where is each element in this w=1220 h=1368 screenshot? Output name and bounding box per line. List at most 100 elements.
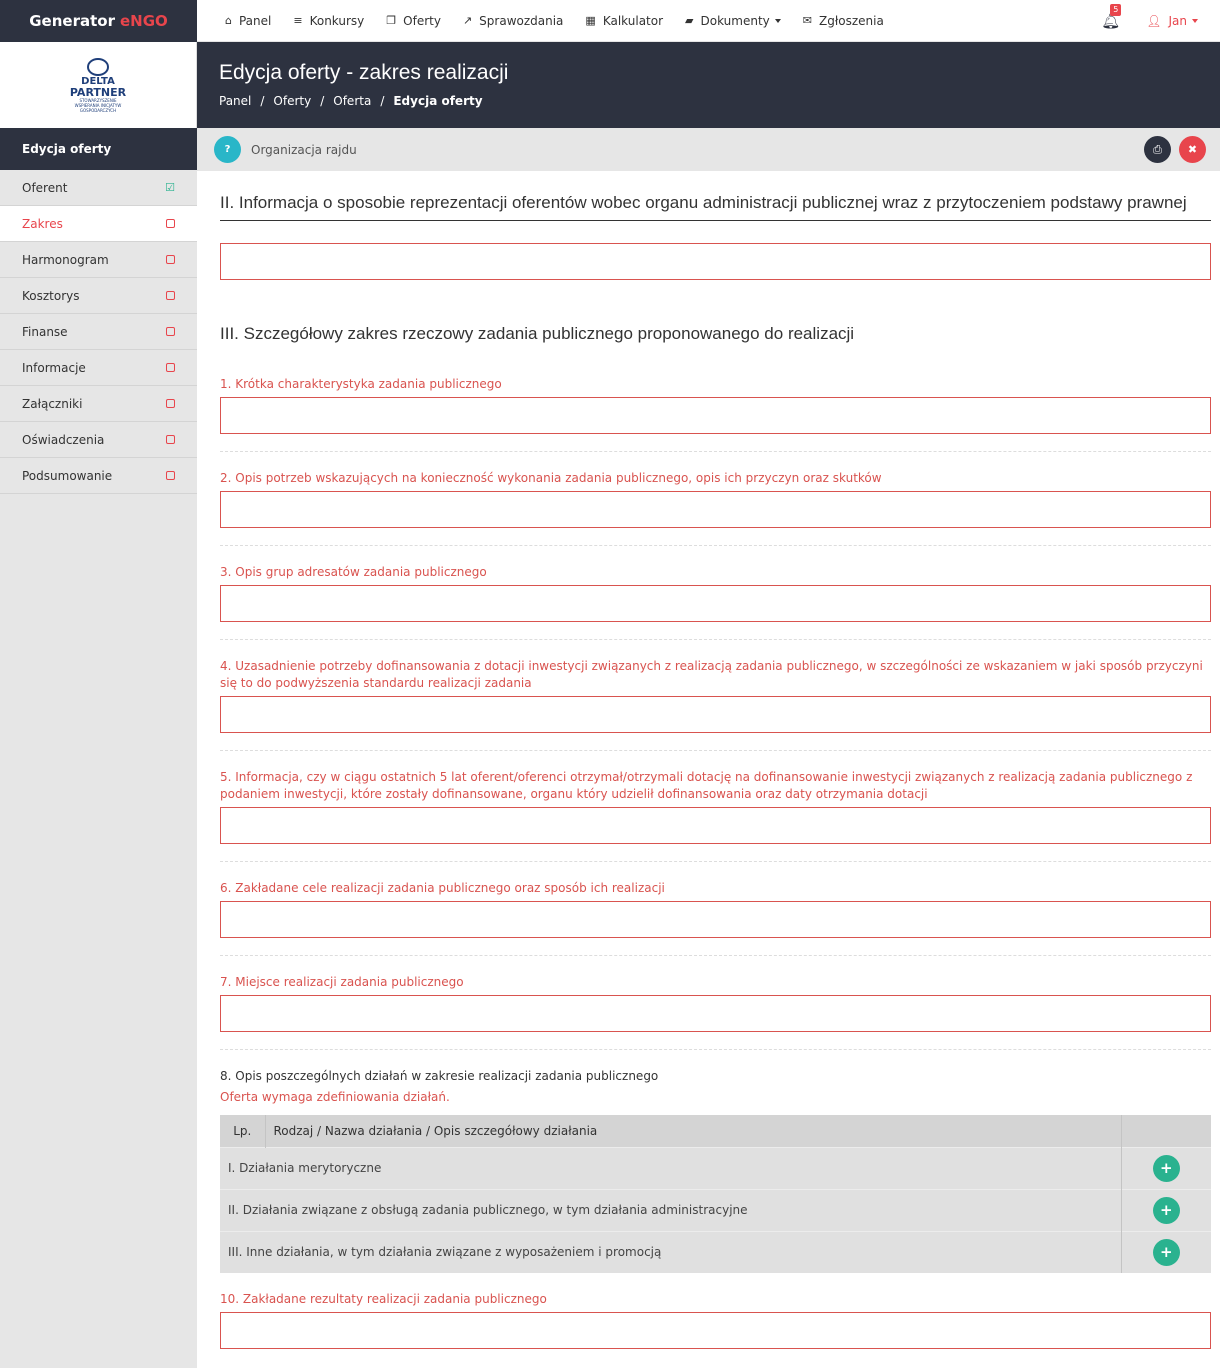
unchecked-icon — [166, 255, 175, 264]
field-7-input[interactable] — [220, 995, 1211, 1032]
add-action-button[interactable]: + — [1152, 1196, 1180, 1224]
nav-label: Zgłoszenia — [818, 13, 884, 28]
print-icon: ⎙ — [1153, 142, 1162, 156]
nav-konkursy[interactable]: ≡ Konkursy — [293, 14, 364, 28]
nav-label: Konkursy — [309, 13, 365, 28]
nav-label: Panel — [238, 13, 272, 28]
brand-accent: eNGO — [119, 12, 168, 30]
breadcrumb-panel[interactable]: Panel — [219, 94, 251, 108]
section-2-title: II. Informacja o sposobie reprezentacji … — [220, 194, 1211, 221]
field-6-input[interactable] — [220, 901, 1211, 938]
field-2-label: 2. Opis potrzeb wskazujących na konieczn… — [220, 471, 882, 485]
nav-panel[interactable]: ⌂ Panel — [225, 14, 271, 28]
help-button[interactable]: ? — [214, 136, 241, 163]
offer-toolbar: ? Organizacja rajdu ⎙ ✖ — [197, 128, 1220, 171]
section-3-title: III. Szczegółowy zakres rzeczowy zadania… — [220, 324, 855, 343]
close-icon: ✖ — [1187, 143, 1198, 156]
representation-field[interactable] — [220, 243, 1211, 280]
user-menu[interactable]: 👤︎ Jan — [1146, 14, 1198, 28]
plus-icon: + — [1159, 1243, 1173, 1262]
app-brand[interactable]: Generator eNGO — [0, 0, 197, 42]
field-7-label: 7. Miejsce realizacji zadania publiczneg… — [220, 975, 464, 989]
sidebar-item-label: Harmonogram — [22, 252, 109, 267]
field-4-input[interactable] — [220, 696, 1211, 733]
breadcrumb-separator: / — [380, 94, 385, 108]
divider — [220, 545, 1211, 546]
nav-label: Oferty — [403, 13, 441, 28]
nav-kalkulator[interactable]: ▦ Kalkulator — [585, 14, 663, 28]
field-6-label: 6. Zakładane cele realizacji zadania pub… — [220, 881, 665, 895]
nav-oferty[interactable]: ❐ Oferty — [386, 14, 441, 28]
logo-line2: PARTNER — [69, 85, 127, 99]
breadcrumb-oferta[interactable]: Oferta — [333, 94, 371, 108]
user-name: Jan — [1168, 14, 1188, 28]
copy-icon: ❐ — [386, 14, 397, 27]
breadcrumb-oferty[interactable]: Oferty — [273, 94, 311, 108]
breadcrumb-separator: / — [260, 94, 265, 108]
sidebar-item-label: Finanse — [22, 324, 68, 339]
nav-sprawozdania[interactable]: ↗ Sprawozdania — [463, 14, 563, 28]
field-3-input[interactable] — [220, 585, 1211, 622]
close-button[interactable]: ✖ — [1179, 136, 1206, 163]
logo-line1: DELTA — [81, 75, 115, 87]
table-header-row: Lp. Rodzaj / Nazwa działania / Opis szcz… — [220, 1115, 1211, 1147]
action-cell: + — [1121, 1146, 1211, 1189]
page-title: Edycja oferty - zakres realizacji — [219, 61, 509, 84]
logo-mark-icon — [87, 57, 109, 76]
field-10-input[interactable] — [220, 1312, 1211, 1349]
nav-zgloszenia[interactable]: ✉ Zgłoszenia — [803, 14, 884, 28]
page-header: Edycja oferty - zakres realizacji Panel /… — [197, 42, 1220, 128]
divider — [220, 861, 1211, 862]
divider — [220, 451, 1211, 452]
add-action-button[interactable]: + — [1152, 1238, 1180, 1266]
sidebar-item-label: Oferent — [22, 180, 68, 195]
offer-title: Organizacja rajdu — [251, 142, 357, 157]
sidebar-item-label: Informacje — [22, 360, 86, 375]
unchecked-icon — [166, 219, 175, 228]
sidebar-item-kosztorys[interactable]: Kosztorys — [0, 278, 197, 314]
column-header-actions — [1121, 1115, 1211, 1147]
sidebar-item-podsumowanie[interactable]: Podsumowanie — [0, 458, 197, 494]
field-1-input[interactable] — [220, 397, 1211, 434]
envelope-icon: ✉ — [802, 14, 812, 27]
actions-title: 8. Opis poszczególnych działań w zakresi… — [220, 1069, 659, 1083]
table-row: III. Inne działania, w tym działania zwi… — [220, 1230, 1211, 1273]
field-2-input[interactable] — [220, 491, 1211, 528]
sidebar-item-zalaczniki[interactable]: Załączniki — [0, 386, 197, 422]
external-link-icon: ↗ — [462, 14, 473, 27]
folder-icon: ▰ — [685, 14, 694, 27]
sidebar-item-label: Załączniki — [22, 396, 83, 411]
notifications-button[interactable]: 🔔︎ 5 — [1101, 4, 1122, 30]
sidebar-item-informacje[interactable]: Informacje — [0, 350, 197, 386]
print-button[interactable]: ⎙ — [1144, 136, 1171, 163]
checked-icon: ☑ — [165, 181, 175, 194]
sidebar-item-harmonogram[interactable]: Harmonogram — [0, 242, 197, 278]
action-group-label: II. Działania związane z obsługą zadania… — [220, 1188, 1122, 1231]
plus-icon: + — [1159, 1159, 1173, 1177]
action-cell: + — [1121, 1230, 1211, 1273]
nav-label: Sprawozdania — [479, 13, 564, 28]
add-action-button[interactable]: + — [1152, 1154, 1180, 1182]
actions-table: Lp. Rodzaj / Nazwa działania / Opis szcz… — [220, 1115, 1211, 1273]
column-header-lp: Lp. — [220, 1115, 266, 1147]
divider — [220, 639, 1211, 640]
sidebar: DELTA PARTNER STOWARZYSZENIE WSPIERANIA … — [0, 42, 197, 1368]
nav-dokumenty[interactable]: ▰ Dokumenty — [685, 14, 781, 28]
plus-icon: + — [1159, 1201, 1173, 1219]
calculator-icon: ▦ — [585, 14, 596, 27]
field-5-label: 5. Informacja, czy w ciągu ostatnich 5 l… — [220, 770, 1193, 801]
sidebar-item-oswiadczenia[interactable]: Oświadczenia — [0, 422, 197, 458]
sidebar-heading: Edycja oferty — [0, 128, 197, 170]
sidebar-item-oferent[interactable]: Oferent ☑ — [0, 170, 197, 206]
action-cell: + — [1121, 1188, 1211, 1231]
table-row: I. Działania merytoryczne + — [220, 1146, 1211, 1189]
brand-name: Generator — [29, 12, 115, 30]
top-right-controls: 🔔︎ 5 👤︎ Jan — [1101, 0, 1198, 42]
sidebar-item-finanse[interactable]: Finanse — [0, 314, 197, 350]
logo-line3: STOWARZYSZENIE WSPIERANIA INICJATYW GOSP… — [74, 97, 122, 113]
sidebar-item-zakres[interactable]: Zakres — [0, 206, 197, 242]
sidebar-item-label: Zakres — [22, 216, 63, 231]
top-navigation: ⌂ Panel ≡ Konkursy ❐ Oferty ↗ Sprawozdania ▦… — [197, 0, 1220, 42]
sidebar-item-label: Kosztorys — [22, 288, 80, 303]
field-5-input[interactable] — [220, 807, 1211, 844]
